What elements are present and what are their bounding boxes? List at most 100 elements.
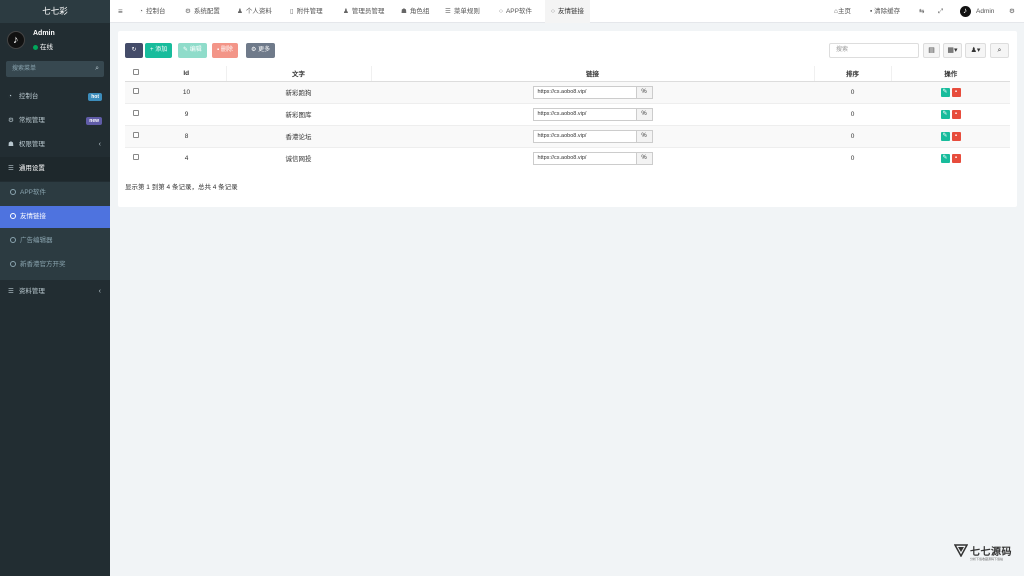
- tab-admins[interactable]: ♟ 管理员管理: [343, 0, 384, 23]
- group-icon: ☗: [401, 8, 407, 15]
- row-checkbox-cell: [125, 102, 147, 125]
- link-open-icon[interactable]: %: [636, 85, 653, 99]
- user-menu[interactable]: Admin: [976, 0, 994, 23]
- header-sort[interactable]: 排序: [813, 66, 891, 82]
- search-icon: ⌕: [997, 47, 1002, 54]
- edit-row-icon[interactable]: ✎: [940, 87, 950, 97]
- edit-row-icon[interactable]: ✎: [940, 153, 950, 163]
- search-placeholder: 搜索: [836, 47, 849, 53]
- sidebar-item-settings[interactable]: ☰ 通用设置: [0, 157, 110, 181]
- online-dot-icon: [33, 44, 38, 50]
- search-button[interactable]: ⌕: [990, 43, 1009, 58]
- row-checkbox[interactable]: [133, 154, 139, 161]
- submenu-item-lottery[interactable]: 新香港官方开奖: [0, 254, 110, 276]
- cell-link: https://cs.aobo8.vip/%: [371, 146, 814, 169]
- watermark-logo-icon: [954, 544, 968, 557]
- link-input[interactable]: https://cs.aobo8.vip/: [532, 129, 637, 143]
- more-button[interactable]: ⚙ 更多: [246, 43, 276, 58]
- table-row[interactable]: 10 新彩跑狗 https://cs.aobo8.vip/% 0 ✎ ▪: [125, 80, 1010, 103]
- link-field: https://cs.aobo8.vip/%: [532, 107, 653, 121]
- row-checkbox-cell: [125, 146, 147, 169]
- pagination-summary: 显示第 1 到第 4 条记录，总共 4 条记录: [125, 184, 238, 191]
- table-row[interactable]: 8 香港论坛 https://cs.aobo8.vip/% 0 ✎ ▪: [125, 124, 1010, 147]
- export-button[interactable]: ♟▾: [965, 43, 986, 58]
- settings-icon[interactable]: ⚙: [1009, 0, 1015, 23]
- tab-menu-rules[interactable]: ☰ 菜单规则: [445, 0, 480, 23]
- delete-button[interactable]: ▪ 删除: [212, 43, 238, 58]
- user-icon: ♟: [237, 8, 243, 15]
- submenu-item-ads[interactable]: 广告编辑器: [0, 230, 110, 252]
- link-open-icon[interactable]: %: [636, 107, 653, 121]
- submenu-item-app[interactable]: APP软件: [0, 182, 110, 204]
- tab-attachments[interactable]: ▯ 附件管理: [290, 0, 323, 23]
- links-table: Id 文字 链接 排序 操作 10 新彩跑狗 https://cs.aobo8.…: [125, 66, 1010, 169]
- main-panel: ↻ + 添加 ✎ 编辑 ▪ 删除 ⚙ 更多 搜索 ▤ ▦▾ ♟▾ ⌕ Id 文字…: [118, 31, 1017, 207]
- avatar[interactable]: [960, 6, 971, 17]
- home-link[interactable]: ⌂主页: [834, 0, 851, 23]
- link-input[interactable]: https://cs.aobo8.vip/: [532, 151, 637, 165]
- link-open-icon[interactable]: %: [636, 151, 653, 165]
- header-text[interactable]: 文字: [225, 66, 371, 82]
- table-row[interactable]: 9 新彩图库 https://cs.aobo8.vip/% 0 ✎ ▪: [125, 102, 1010, 125]
- tab-profile[interactable]: ♟ 个人资料: [237, 0, 272, 23]
- row-checkbox-cell: [125, 80, 147, 103]
- sidebar-item-dashboard[interactable]: ◔ 控制台 hot: [0, 85, 110, 109]
- edit-label: 编辑: [189, 47, 202, 53]
- edit-row-icon[interactable]: ✎: [940, 109, 950, 119]
- columns-button[interactable]: ▦▾: [943, 43, 962, 58]
- delete-row-icon[interactable]: ▪: [951, 87, 961, 97]
- edit-button[interactable]: ✎ 编辑: [178, 43, 207, 58]
- circle-icon: ○: [551, 8, 555, 15]
- menu-toggle-icon[interactable]: ≡: [118, 0, 123, 23]
- sidebar-item-general[interactable]: ⚙ 常规管理 new: [0, 109, 110, 133]
- link-open-icon[interactable]: %: [636, 129, 653, 143]
- tab-label: 管理员管理: [351, 8, 385, 15]
- export-icon: ♟▾: [970, 47, 981, 54]
- header-link[interactable]: 链接: [370, 66, 814, 82]
- cell-actions: ✎ ▪: [891, 146, 1010, 169]
- table-search-input[interactable]: 搜索: [829, 43, 919, 58]
- link-input[interactable]: https://cs.aobo8.vip/: [532, 107, 637, 121]
- submenu-item-links[interactable]: 友情链接: [0, 206, 110, 228]
- clear-cache-button[interactable]: ▪ 清除缓存: [870, 0, 900, 23]
- tab-links[interactable]: ○ 友情链接: [545, 0, 590, 23]
- toggle-view-button[interactable]: ▤: [923, 43, 940, 58]
- watermark: 七七源码 分析下载收藏源码下载站: [954, 541, 1018, 567]
- header-id[interactable]: Id: [147, 66, 226, 82]
- sidebar-item-permissions[interactable]: ☗ 权限管理 ‹: [0, 133, 110, 157]
- pencil-icon: ✎: [183, 47, 189, 53]
- menu-search-input[interactable]: 搜索菜单 ⌕: [6, 61, 104, 77]
- row-checkbox[interactable]: [133, 110, 139, 116]
- sidebar-item-label: 资料管理: [18, 288, 45, 295]
- tab-config[interactable]: ⚙ 系统配置: [185, 0, 220, 23]
- link-input[interactable]: https://cs.aobo8.vip/: [532, 85, 637, 99]
- delete-row-icon[interactable]: ▪: [951, 153, 961, 163]
- tab-dashboard[interactable]: ◔ 控制台: [139, 0, 165, 23]
- top-navbar: ≡ ◔ 控制台 ⚙ 系统配置 ♟ 个人资料 ▯ 附件管理 ♟ 管理员管理 ☗ 角色组 ☰ 菜单…: [110, 0, 1024, 23]
- trash-icon: ▪: [217, 47, 220, 53]
- row-checkbox[interactable]: [133, 88, 139, 94]
- add-button[interactable]: + 添加: [145, 43, 173, 58]
- home-label: 主页: [837, 8, 851, 15]
- hot-badge: hot: [88, 93, 102, 101]
- tab-app[interactable]: ○ APP软件: [499, 0, 532, 23]
- sidebar-item-label: 控制台: [18, 93, 39, 100]
- table-row[interactable]: 4 诚信网投 https://cs.aobo8.vip/% 0 ✎ ▪: [125, 146, 1010, 169]
- table-icon: ▤: [928, 47, 935, 54]
- app-logo[interactable]: 七七彩: [0, 0, 110, 23]
- translate-icon[interactable]: ⇆: [919, 0, 924, 23]
- row-checkbox[interactable]: [133, 132, 139, 138]
- tab-roles[interactable]: ☗ 角色组: [401, 0, 429, 23]
- delete-row-icon[interactable]: ▪: [951, 131, 961, 141]
- chevron-left-icon: ‹: [98, 141, 101, 148]
- edit-row-icon[interactable]: ✎: [940, 131, 950, 141]
- refresh-button[interactable]: ↻: [125, 43, 143, 58]
- search-icon[interactable]: ⌕: [95, 61, 99, 77]
- sidebar-item-data[interactable]: ☰ 资料管理 ‹: [0, 280, 110, 304]
- select-all-checkbox[interactable]: [133, 69, 139, 76]
- delete-row-icon[interactable]: ▪: [951, 109, 961, 119]
- user-status: 在线: [33, 41, 53, 51]
- menu-search-placeholder: 搜索菜单: [12, 66, 37, 72]
- submenu-label: 新香港官方开奖: [20, 261, 66, 268]
- fullscreen-icon[interactable]: ⤢: [938, 0, 943, 23]
